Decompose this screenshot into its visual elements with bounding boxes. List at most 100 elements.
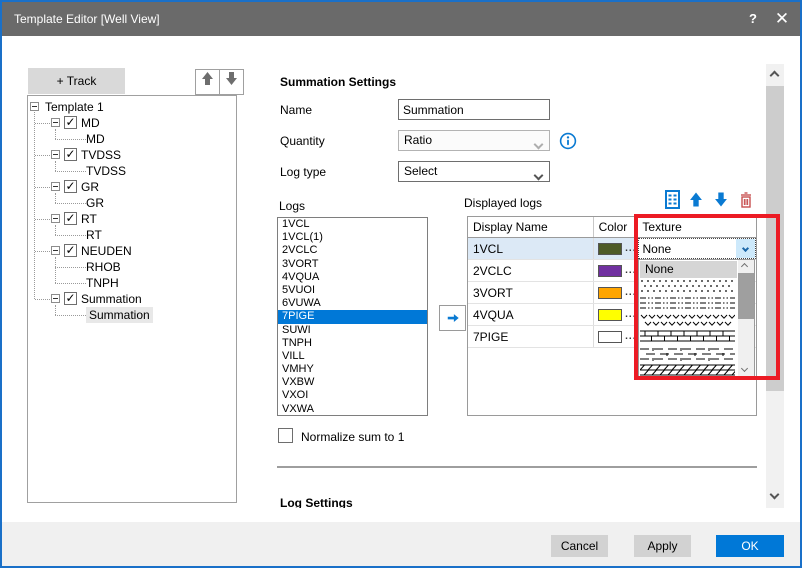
logs-item[interactable]: TNPH [278,337,427,350]
color-more-button[interactable]: ... [625,265,636,276]
tree-expander-icon[interactable] [51,118,60,127]
tree-row[interactable]: RHOB [28,259,236,275]
cancel-button[interactable]: Cancel [551,535,608,557]
logs-item[interactable]: 3VORT [278,258,427,271]
tree-node-label[interactable]: NEUDEN [81,243,132,259]
color-more-button[interactable]: ... [625,331,636,342]
name-input[interactable] [398,99,550,120]
tree-row[interactable]: ✓ TVDSS [28,147,236,163]
tree-row[interactable]: RT [28,227,236,243]
tree-expander-icon[interactable] [51,150,60,159]
logs-item[interactable]: 6VUWA [278,297,427,310]
tree-expander-icon[interactable] [51,294,60,303]
scroll-up-icon[interactable] [741,263,748,270]
move-row-down-button[interactable] [714,191,728,208]
tree-expander-icon[interactable] [51,182,60,191]
tree-row[interactable]: TVDSS [28,163,236,179]
color-swatch[interactable] [598,331,623,343]
color-more-button[interactable]: ... [625,287,636,298]
tree-node-label[interactable]: MD [81,115,100,131]
tree-row[interactable]: ✓ RT [28,211,236,227]
tree-checkbox[interactable]: ✓ [64,180,77,193]
tree-node-label[interactable]: RT [81,211,97,227]
scroll-down-icon[interactable] [770,490,780,500]
texture-option-diagonal-brick[interactable] [640,363,737,380]
trash-icon[interactable] [739,191,753,209]
table-icon[interactable] [665,190,680,209]
texture-option-zigzag[interactable] [640,312,737,329]
logs-item[interactable]: 7PIGE [278,310,427,323]
tree-node-label[interactable]: Summation [86,307,153,323]
scroll-down-icon[interactable] [741,365,748,372]
tree-node-label[interactable]: RHOB [86,259,121,275]
tree-node-label[interactable]: Template 1 [45,99,104,115]
tree-row[interactable]: ✓ Summation [28,291,236,307]
color-more-button[interactable]: ... [625,243,636,254]
close-button[interactable]: ✕ [766,2,798,36]
logs-listbox[interactable]: 1VCL1VCL(1)2VCLC3VORT4VQUA5VUOI6VUWA7PIG… [277,217,428,416]
tree-checkbox[interactable]: ✓ [64,116,77,129]
tree-node-label[interactable]: RT [86,227,102,243]
tree-row[interactable]: GR [28,195,236,211]
tree-node-label[interactable]: GR [81,179,99,195]
template-tree[interactable]: Template 1✓MDMD✓TVDSSTVDSS✓GRGR✓RTRT✓NEU… [27,95,237,503]
color-swatch[interactable] [598,309,623,321]
ok-button[interactable]: OK [716,535,784,557]
logs-item[interactable]: VXOI [278,389,427,402]
color-swatch[interactable] [598,265,623,277]
move-track-down-button[interactable] [219,69,244,95]
tree-checkbox[interactable]: ✓ [64,212,77,225]
tree-checkbox[interactable]: ✓ [64,292,77,305]
logs-item[interactable]: 5VUOI [278,284,427,297]
tree-row[interactable]: ✓ NEUDEN [28,243,236,259]
tree-row[interactable]: ✓ GR [28,179,236,195]
tree-node-label[interactable]: MD [86,131,105,147]
logtype-select[interactable]: Select [398,161,550,182]
add-track-button[interactable]: + Track [28,68,125,94]
tree-row[interactable]: Summation [28,307,236,323]
tree-expander-icon[interactable] [30,102,39,111]
tree-node-label[interactable]: Summation [81,291,142,307]
logs-item[interactable]: VILL [278,350,427,363]
texture-dropdown-list[interactable]: None [638,259,755,378]
tree-row[interactable]: TNPH [28,275,236,291]
texture-option-dash-dot[interactable] [640,295,737,312]
move-row-up-button[interactable] [689,191,703,208]
tree-checkbox[interactable]: ✓ [64,148,77,161]
apply-button[interactable]: Apply [634,535,691,557]
tree-expander-icon[interactable] [51,246,60,255]
tree-row[interactable]: Template 1 [28,99,236,115]
tree-node-label[interactable]: TVDSS [81,147,121,163]
texture-option-dots[interactable] [640,278,737,295]
logs-item[interactable]: VXBW [278,376,427,389]
logs-item[interactable]: 1VCL [278,218,427,231]
texture-combobox[interactable]: None [638,238,757,259]
logs-item[interactable]: 4VQUA [278,271,427,284]
info-icon[interactable] [559,132,577,150]
scrollbar-thumb[interactable] [738,273,754,319]
texture-option-dashed-brick[interactable] [640,346,737,363]
color-swatch[interactable] [598,287,623,299]
tree-node-label[interactable]: TVDSS [86,163,126,179]
logs-item[interactable]: VMHY [278,363,427,376]
texture-option-none[interactable]: None [640,261,737,278]
table-row[interactable]: 1VCL...None [468,238,756,260]
normalize-checkbox[interactable] [278,428,293,443]
logs-item[interactable]: SUWI [278,324,427,337]
scrollbar-thumb[interactable] [766,86,784,391]
move-track-up-button[interactable] [195,69,220,95]
column-header[interactable]: Display Name [468,217,594,237]
add-log-button[interactable] [439,305,466,331]
column-header[interactable]: Color [594,217,638,237]
logs-item[interactable]: 2VCLC [278,244,427,257]
help-button[interactable]: ? [738,2,768,36]
color-more-button[interactable]: ... [625,309,636,320]
tree-expander-icon[interactable] [51,214,60,223]
logs-item[interactable]: VXWA [278,403,427,416]
titlebar[interactable]: Template Editor [Well View] ? ✕ [2,2,800,36]
logs-item[interactable]: 1VCL(1) [278,231,427,244]
tree-node-label[interactable]: TNPH [86,275,119,291]
texture-dropdown-button[interactable] [736,239,755,258]
tree-checkbox[interactable]: ✓ [64,244,77,257]
texture-option-brick[interactable] [640,329,737,346]
